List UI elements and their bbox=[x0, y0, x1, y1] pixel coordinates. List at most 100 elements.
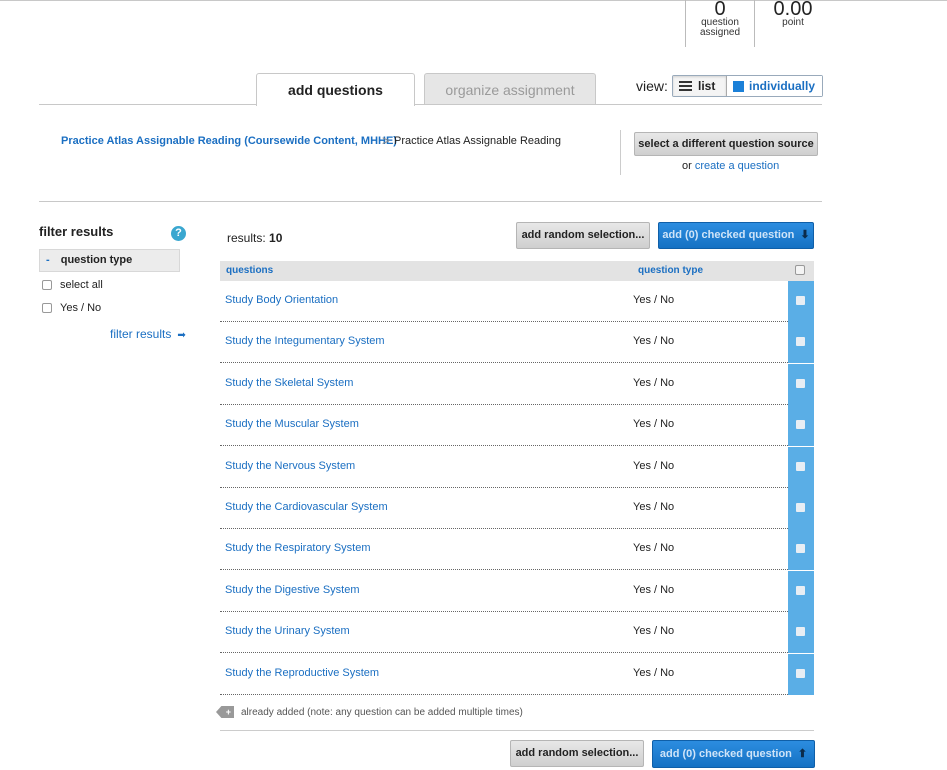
column-header-question-type[interactable]: question type bbox=[638, 265, 703, 276]
question-title-link[interactable]: Study the Urinary System bbox=[225, 625, 350, 637]
add-checked-question-button[interactable]: add (0) checked question ⬇ bbox=[658, 222, 814, 249]
legend: + already added (note: any question can … bbox=[216, 706, 523, 718]
table-row: Study the Cardiovascular System Yes / No bbox=[220, 488, 814, 529]
question-title-link[interactable]: Study the Reproductive System bbox=[225, 667, 379, 679]
create-question-row: or create a question bbox=[682, 160, 779, 172]
table-row: Study the Nervous System Yes / No bbox=[220, 446, 814, 488]
row-checkbox[interactable] bbox=[796, 585, 805, 595]
tab-organize-assignment[interactable]: organize assignment bbox=[424, 73, 596, 104]
view-list-button[interactable]: list bbox=[673, 76, 727, 96]
checkbox[interactable] bbox=[42, 280, 52, 290]
questions-assigned-stat: 0 question assigned bbox=[685, 0, 755, 47]
question-type-group[interactable]: - question type bbox=[39, 249, 180, 272]
points-stat: 0.00 point bbox=[757, 0, 829, 28]
already-added-tag-icon: + bbox=[216, 706, 234, 718]
view-individually-button[interactable]: individually bbox=[727, 76, 822, 96]
question-title-link[interactable]: Study the Integumentary System bbox=[225, 335, 385, 347]
filter-results-link[interactable]: filter results ➡ bbox=[110, 327, 186, 341]
question-title-link[interactable]: Study the Nervous System bbox=[225, 460, 355, 472]
question-title-link[interactable]: Study Body Orientation bbox=[225, 294, 338, 306]
question-type: Yes / No bbox=[633, 459, 675, 472]
question-type: Yes / No bbox=[633, 542, 675, 555]
table-row: Study the Respiratory System Yes / No bbox=[220, 529, 814, 571]
points-count: 0.00 bbox=[773, 0, 813, 20]
row-select-cell bbox=[788, 405, 814, 447]
row-checkbox[interactable] bbox=[796, 337, 805, 347]
arrow-down-icon: ⬇ bbox=[800, 229, 810, 241]
table-row: Study the Digestive System Yes / No bbox=[220, 570, 814, 612]
filter-title: filter results bbox=[39, 224, 114, 239]
checkbox[interactable] bbox=[42, 303, 52, 313]
or-text: or bbox=[682, 160, 692, 172]
legend-text: already added (note: any question can be… bbox=[241, 706, 523, 718]
row-select-cell bbox=[788, 363, 814, 405]
question-title-link[interactable]: Study the Muscular System bbox=[225, 418, 359, 430]
select-source-button[interactable]: select a different question source bbox=[634, 132, 818, 156]
points-label: point bbox=[782, 17, 804, 28]
create-question-link[interactable]: create a question bbox=[695, 160, 779, 172]
square-icon bbox=[733, 80, 744, 92]
list-icon bbox=[679, 79, 692, 93]
question-type: Yes / No bbox=[633, 418, 675, 431]
row-select-cell bbox=[788, 488, 814, 529]
question-title-link[interactable]: Study the Skeletal System bbox=[225, 377, 353, 389]
row-select-cell bbox=[788, 322, 814, 364]
row-checkbox[interactable] bbox=[796, 503, 805, 512]
filter-results-label: filter results bbox=[110, 327, 172, 341]
breadcrumb-separator: > bbox=[382, 133, 390, 148]
row-select-cell bbox=[788, 653, 814, 695]
row-select-cell bbox=[788, 281, 814, 322]
arrow-up-icon: ⬆ bbox=[797, 748, 808, 760]
row-checkbox[interactable] bbox=[796, 461, 805, 471]
table-row: Study the Muscular System Yes / No bbox=[220, 405, 814, 447]
column-header-questions[interactable]: questions bbox=[226, 265, 273, 276]
filter-option-select-all[interactable]: select all bbox=[42, 279, 103, 291]
table-header: questions question type bbox=[220, 261, 814, 281]
row-checkbox[interactable] bbox=[796, 378, 805, 388]
collapse-icon: - bbox=[46, 254, 50, 266]
source-current: Practice Atlas Assignable Reading bbox=[394, 135, 561, 147]
row-checkbox[interactable] bbox=[796, 627, 805, 637]
tab-add-questions[interactable]: add questions bbox=[256, 73, 415, 106]
help-icon[interactable]: ? bbox=[171, 226, 186, 241]
view-toggle: list individually bbox=[672, 75, 823, 97]
arrow-right-icon: ➡ bbox=[177, 330, 186, 341]
view-individually-label: individually bbox=[749, 79, 816, 93]
filter-option-yes-no[interactable]: Yes / No bbox=[42, 302, 101, 314]
row-checkbox[interactable] bbox=[796, 420, 805, 430]
questions-assigned-label-2: assigned bbox=[699, 27, 741, 38]
questions-assigned-count: 0 bbox=[714, 0, 726, 20]
table-row: Study the Reproductive System Yes / No bbox=[220, 653, 814, 695]
tabs-divider bbox=[39, 104, 822, 105]
question-type: Yes / No bbox=[633, 335, 675, 348]
question-title-link[interactable]: Study the Digestive System bbox=[225, 584, 360, 596]
add-random-selection-button[interactable]: add random selection... bbox=[516, 222, 650, 249]
source-divider bbox=[620, 130, 621, 175]
row-checkbox[interactable] bbox=[796, 668, 805, 678]
row-select-cell bbox=[788, 446, 814, 488]
add-checked-question-button-bottom[interactable]: add (0) checked question ⬆ bbox=[652, 740, 815, 768]
row-select-cell bbox=[788, 529, 814, 571]
question-type: Yes / No bbox=[633, 625, 675, 638]
add-checked-label: add (0) checked question bbox=[659, 748, 792, 760]
source-link[interactable]: Practice Atlas Assignable Reading (Cours… bbox=[61, 135, 397, 147]
question-type-label: question type bbox=[60, 254, 133, 266]
table-row: Study the Skeletal System Yes / No bbox=[220, 363, 814, 405]
row-checkbox[interactable] bbox=[796, 296, 805, 305]
question-title-link[interactable]: Study the Respiratory System bbox=[225, 542, 371, 554]
add-checked-label: add (0) checked question bbox=[662, 229, 795, 241]
question-type: Yes / No bbox=[633, 376, 675, 389]
question-type: Yes / No bbox=[633, 294, 675, 306]
results-number: 10 bbox=[269, 231, 283, 245]
row-select-cell bbox=[788, 570, 814, 612]
view-list-label: list bbox=[698, 79, 716, 93]
row-select-cell bbox=[788, 612, 814, 654]
filter-option-label: select all bbox=[60, 279, 103, 291]
table-row: Study the Integumentary System Yes / No bbox=[220, 322, 814, 364]
question-title-link[interactable]: Study the Cardiovascular System bbox=[225, 501, 388, 513]
bottom-divider bbox=[220, 730, 814, 731]
add-random-selection-button-bottom[interactable]: add random selection... bbox=[510, 740, 644, 767]
row-checkbox[interactable] bbox=[796, 544, 805, 554]
source-divider-bottom bbox=[39, 201, 822, 202]
select-all-checkbox[interactable] bbox=[795, 265, 805, 275]
